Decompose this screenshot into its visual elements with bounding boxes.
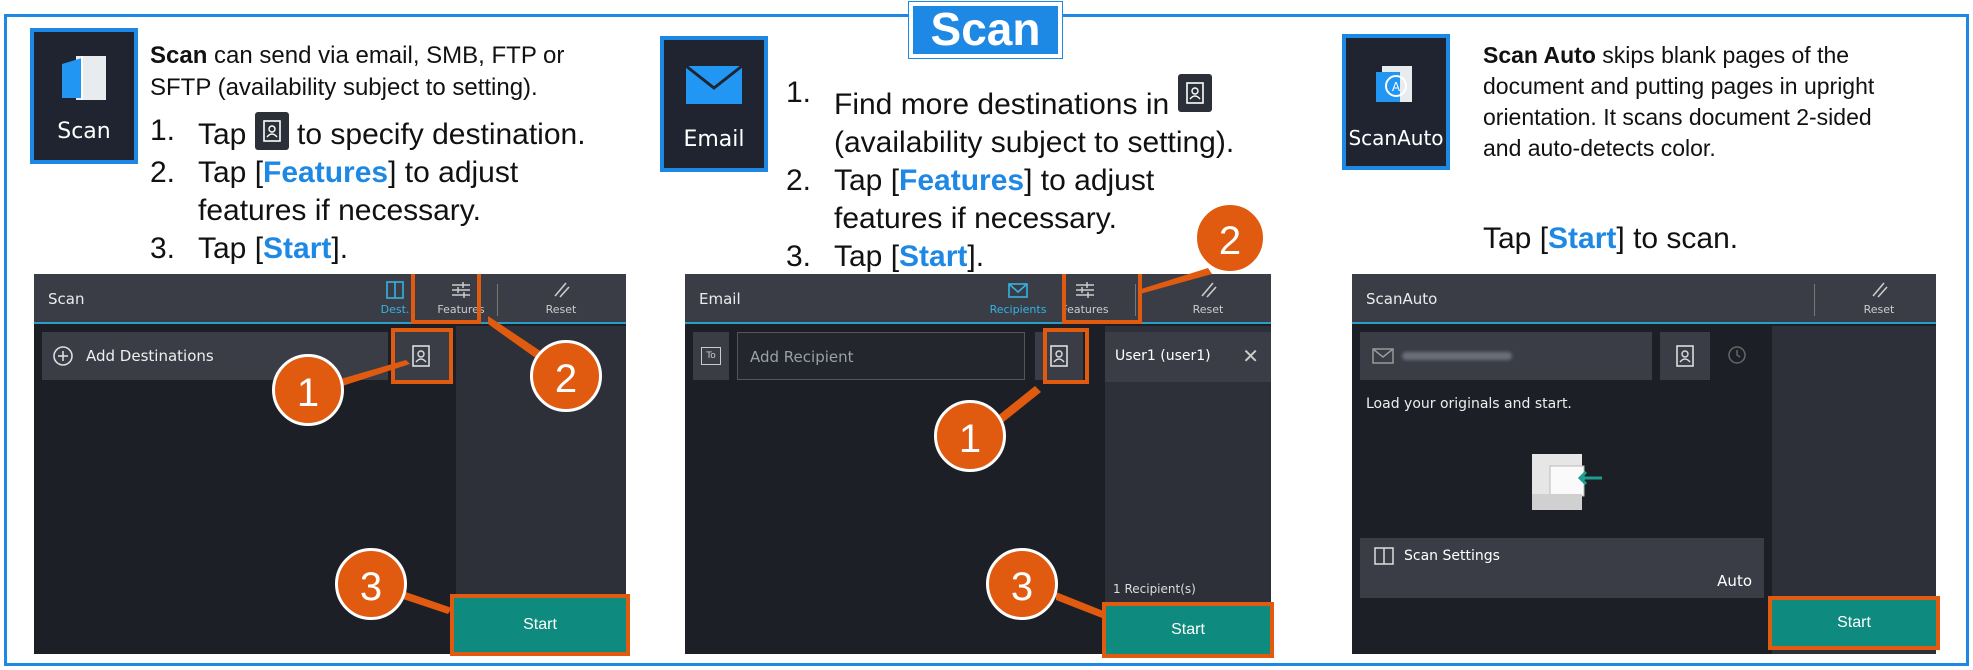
scan-steps: 1. Tap to specify destination. 2. Tap [Fea…	[150, 112, 650, 268]
scan-icon	[62, 56, 106, 100]
scan-tile-label: Scan	[57, 119, 111, 144]
reset-button[interactable]: Reset	[1844, 280, 1914, 316]
callout-1: 1	[272, 354, 344, 426]
email-app-tile[interactable]: Email	[660, 36, 768, 172]
scan-step-1: 1. Tap to specify destination.	[150, 112, 586, 151]
reset-button[interactable]: Reset	[526, 280, 596, 316]
scan-app-tile[interactable]: Scan	[30, 28, 138, 164]
recipient-user-label: User1 (user1)	[1115, 348, 1211, 364]
email-step-1: 1. Find more destinations in	[786, 74, 1286, 124]
scan-screen-title: Scan	[48, 290, 85, 308]
scan-settings-value: Auto	[1717, 572, 1752, 590]
callout-email-2: 2	[1194, 202, 1266, 274]
address-book-icon	[1676, 345, 1694, 367]
scanauto-app-tile[interactable]: A ScanAuto	[1342, 34, 1450, 170]
address-book-button[interactable]	[1660, 332, 1710, 380]
add-destinations-label: Add Destinations	[86, 347, 214, 365]
scanauto-instruction: Tap [Start] to scan.	[1483, 222, 1739, 255]
to-icon: To	[701, 347, 721, 365]
scan-desc-bold: Scan	[150, 42, 208, 69]
highlight-features	[1062, 274, 1142, 324]
callout-email-1: 1	[934, 400, 1006, 472]
to-button[interactable]: To	[693, 332, 729, 380]
email-tile-label: Email	[683, 127, 745, 152]
add-recipient-input[interactable]: Add Recipient	[737, 332, 1025, 380]
pointer-3	[400, 590, 452, 614]
scanauto-topbar: ScanAuto Reset	[1352, 274, 1936, 324]
email-screen-title: Email	[699, 290, 741, 308]
recipient-count: 1 Recipient(s)	[1113, 582, 1196, 596]
scan-step-2-cont: features if necessary.	[198, 194, 481, 227]
svg-text:A: A	[1392, 80, 1401, 94]
close-icon[interactable]: ✕	[1242, 344, 1259, 368]
callout-email-3: 3	[986, 548, 1058, 620]
address-book-icon	[1177, 74, 1212, 112]
envelope-icon	[1008, 283, 1028, 298]
recipient-user-row[interactable]: User1 (user1) ✕	[1105, 332, 1271, 382]
topbar-divider	[1814, 284, 1815, 316]
scanauto-screen-title: ScanAuto	[1366, 290, 1438, 308]
dest-icon	[386, 281, 404, 299]
scan-step-3: 3. Tap [Start].	[150, 232, 349, 265]
scan-settings-row[interactable]: Scan Settings Auto	[1360, 538, 1764, 598]
email-icon	[685, 64, 743, 104]
callout-3: 3	[335, 548, 407, 620]
pointer-email-3	[1056, 592, 1106, 618]
scanauto-desc-bold: Scan Auto	[1483, 42, 1596, 68]
add-icon	[53, 346, 73, 366]
reset-icon	[1872, 282, 1888, 298]
scan-settings-label: Scan Settings	[1404, 548, 1500, 564]
email-step-2: 2. Tap [Features] to adjust	[786, 164, 1155, 197]
scan-auto-icon: A	[1376, 66, 1412, 102]
email-step-1-cont: (availability subject to setting).	[834, 126, 1235, 159]
email-destination-row[interactable]	[1360, 332, 1652, 380]
callout-2: 2	[530, 340, 602, 412]
scanauto-start-button[interactable]: Start	[1768, 596, 1940, 650]
reset-icon	[554, 282, 570, 298]
scanauto-description: Scan Auto skips blank pages of the docum…	[1483, 42, 1875, 161]
highlight-address-book	[1043, 328, 1089, 384]
scan-start-button[interactable]: Start	[450, 594, 630, 656]
scanner-device-icon	[1532, 454, 1602, 510]
envelope-icon	[1372, 348, 1394, 364]
blurred-email	[1402, 352, 1512, 360]
history-icon[interactable]	[1726, 344, 1748, 366]
page-title: Scan	[908, 1, 1063, 59]
email-start-button[interactable]: Start	[1102, 602, 1274, 658]
scan-settings-icon	[1374, 547, 1394, 565]
scan-step-2: 2. Tap [Features] to adjust	[150, 156, 519, 189]
highlight-features	[411, 274, 481, 324]
add-recipient-placeholder: Add Recipient	[750, 348, 854, 366]
scanauto-tile-label: ScanAuto	[1348, 126, 1444, 150]
address-book-icon	[254, 112, 289, 150]
recipients-button[interactable]: Recipients	[983, 280, 1053, 316]
load-originals-text: Load your originals and start.	[1366, 396, 1572, 412]
topbar-divider	[497, 284, 498, 316]
scan-description: Scan can send via email, SMB, FTP or SFT…	[150, 42, 565, 101]
pointer-email-2	[1138, 268, 1212, 294]
